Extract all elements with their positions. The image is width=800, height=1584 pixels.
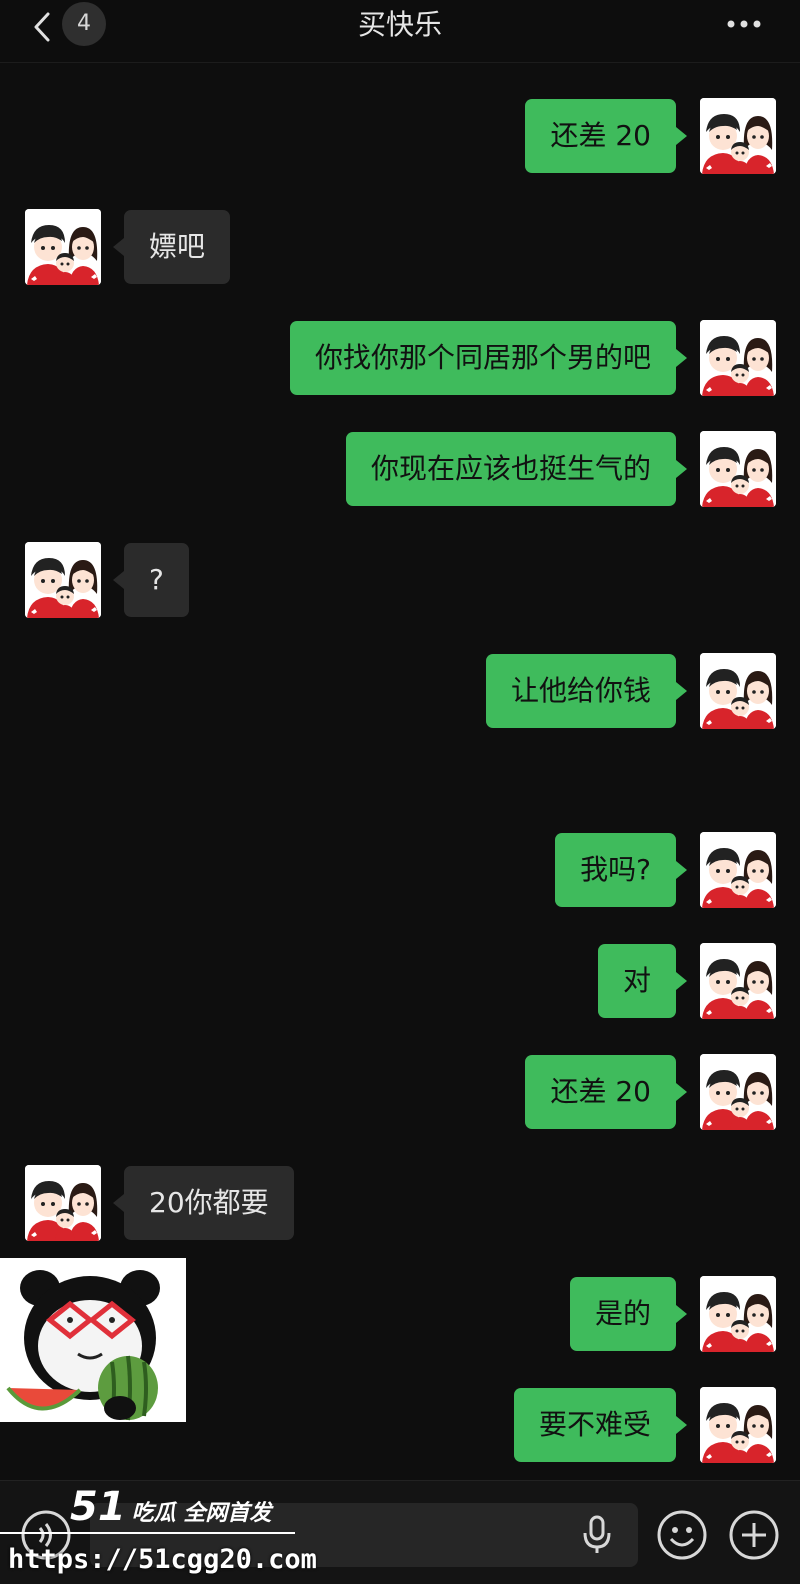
microphone-icon[interactable] (580, 1515, 614, 1555)
avatar[interactable] (700, 832, 776, 908)
message-bubble[interactable]: 还差 20 (525, 99, 687, 173)
avatar[interactable] (25, 1165, 101, 1241)
message-outgoing: 对 (0, 943, 800, 1023)
avatar[interactable] (700, 1276, 776, 1352)
avatar[interactable] (25, 542, 101, 618)
watermark-logo-text: 吃瓜 全网首发 (131, 1501, 272, 1526)
message-incoming: 嫖吧 (0, 209, 800, 289)
message-bubble[interactable]: 对 (597, 944, 688, 1018)
watermark-logo-number: 51 (70, 1484, 126, 1530)
message-outgoing: 你现在应该也挺生气的 (0, 431, 800, 511)
message-bubble[interactable]: 你现在应该也挺生气的 (345, 432, 688, 506)
message-incoming: ? (0, 542, 800, 622)
message-incoming: 20你都要 (0, 1165, 800, 1245)
message-outgoing: 还差 20 (0, 1054, 800, 1134)
message-bubble[interactable]: 你找你那个同居那个男的吧 (289, 321, 688, 395)
message-outgoing: 让他给你钱 (0, 653, 800, 733)
plus-icon[interactable] (728, 1509, 780, 1561)
avatar[interactable] (700, 943, 776, 1019)
avatar[interactable] (700, 320, 776, 396)
message-outgoing: 你找你那个同居那个男的吧 (0, 320, 800, 400)
chat-header: 4 买快乐 (0, 0, 800, 63)
avatar[interactable] (25, 209, 101, 285)
panda-watermelon-sticker (0, 1258, 186, 1422)
more-dots-icon[interactable] (724, 14, 764, 34)
avatar[interactable] (700, 1387, 776, 1463)
chevron-left-icon[interactable] (26, 10, 60, 44)
message-bubble[interactable]: 20你都要 (113, 1166, 294, 1240)
unread-count-badge[interactable]: 4 (62, 2, 106, 46)
message-bubble[interactable]: 要不难受 (513, 1388, 688, 1462)
avatar[interactable] (700, 1054, 776, 1130)
message-bubble[interactable]: 嫖吧 (112, 210, 231, 284)
message-bubble[interactable]: 我吗? (555, 833, 687, 907)
watermark-url: https://51cgg20.com (8, 1544, 317, 1575)
chat-title: 买快乐 (357, 8, 442, 41)
avatar[interactable] (700, 98, 776, 174)
avatar[interactable] (700, 653, 776, 729)
avatar[interactable] (700, 431, 776, 507)
message-bubble[interactable]: ? (113, 543, 189, 617)
message-bubble[interactable]: 让他给你钱 (485, 654, 688, 728)
emoji-icon[interactable] (656, 1509, 708, 1561)
message-outgoing: 我吗? (0, 832, 800, 912)
message-bubble[interactable]: 是的 (569, 1277, 688, 1351)
message-outgoing: 还差 20 (0, 98, 800, 178)
watermark-logo: 51 吃瓜 全网首发 (70, 1486, 310, 1528)
message-bubble[interactable]: 还差 20 (525, 1055, 687, 1129)
watermark-divider (0, 1532, 295, 1534)
